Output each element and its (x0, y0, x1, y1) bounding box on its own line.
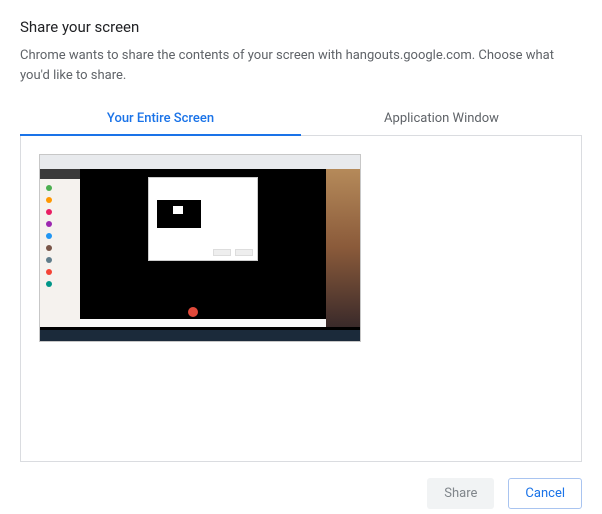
thumb-taskbar (40, 330, 360, 341)
footer: Share Cancel (20, 478, 582, 509)
content-panel (20, 136, 582, 462)
thumb-nested-dialog (148, 177, 258, 261)
tabs: Your Entire Screen Application Window (20, 101, 582, 136)
screen-thumbnail[interactable] (39, 154, 361, 342)
hangup-icon (188, 307, 198, 317)
dialog-subtitle: Chrome wants to share the contents of yo… (20, 46, 582, 85)
cancel-button[interactable]: Cancel (508, 478, 582, 509)
tab-entire-screen[interactable]: Your Entire Screen (20, 101, 301, 135)
share-button[interactable]: Share (427, 478, 494, 509)
thumb-wallpaper (326, 169, 360, 327)
dialog-title: Share your screen (20, 18, 582, 36)
tab-application-window[interactable]: Application Window (301, 101, 582, 135)
thumb-browser-chrome (40, 155, 360, 169)
